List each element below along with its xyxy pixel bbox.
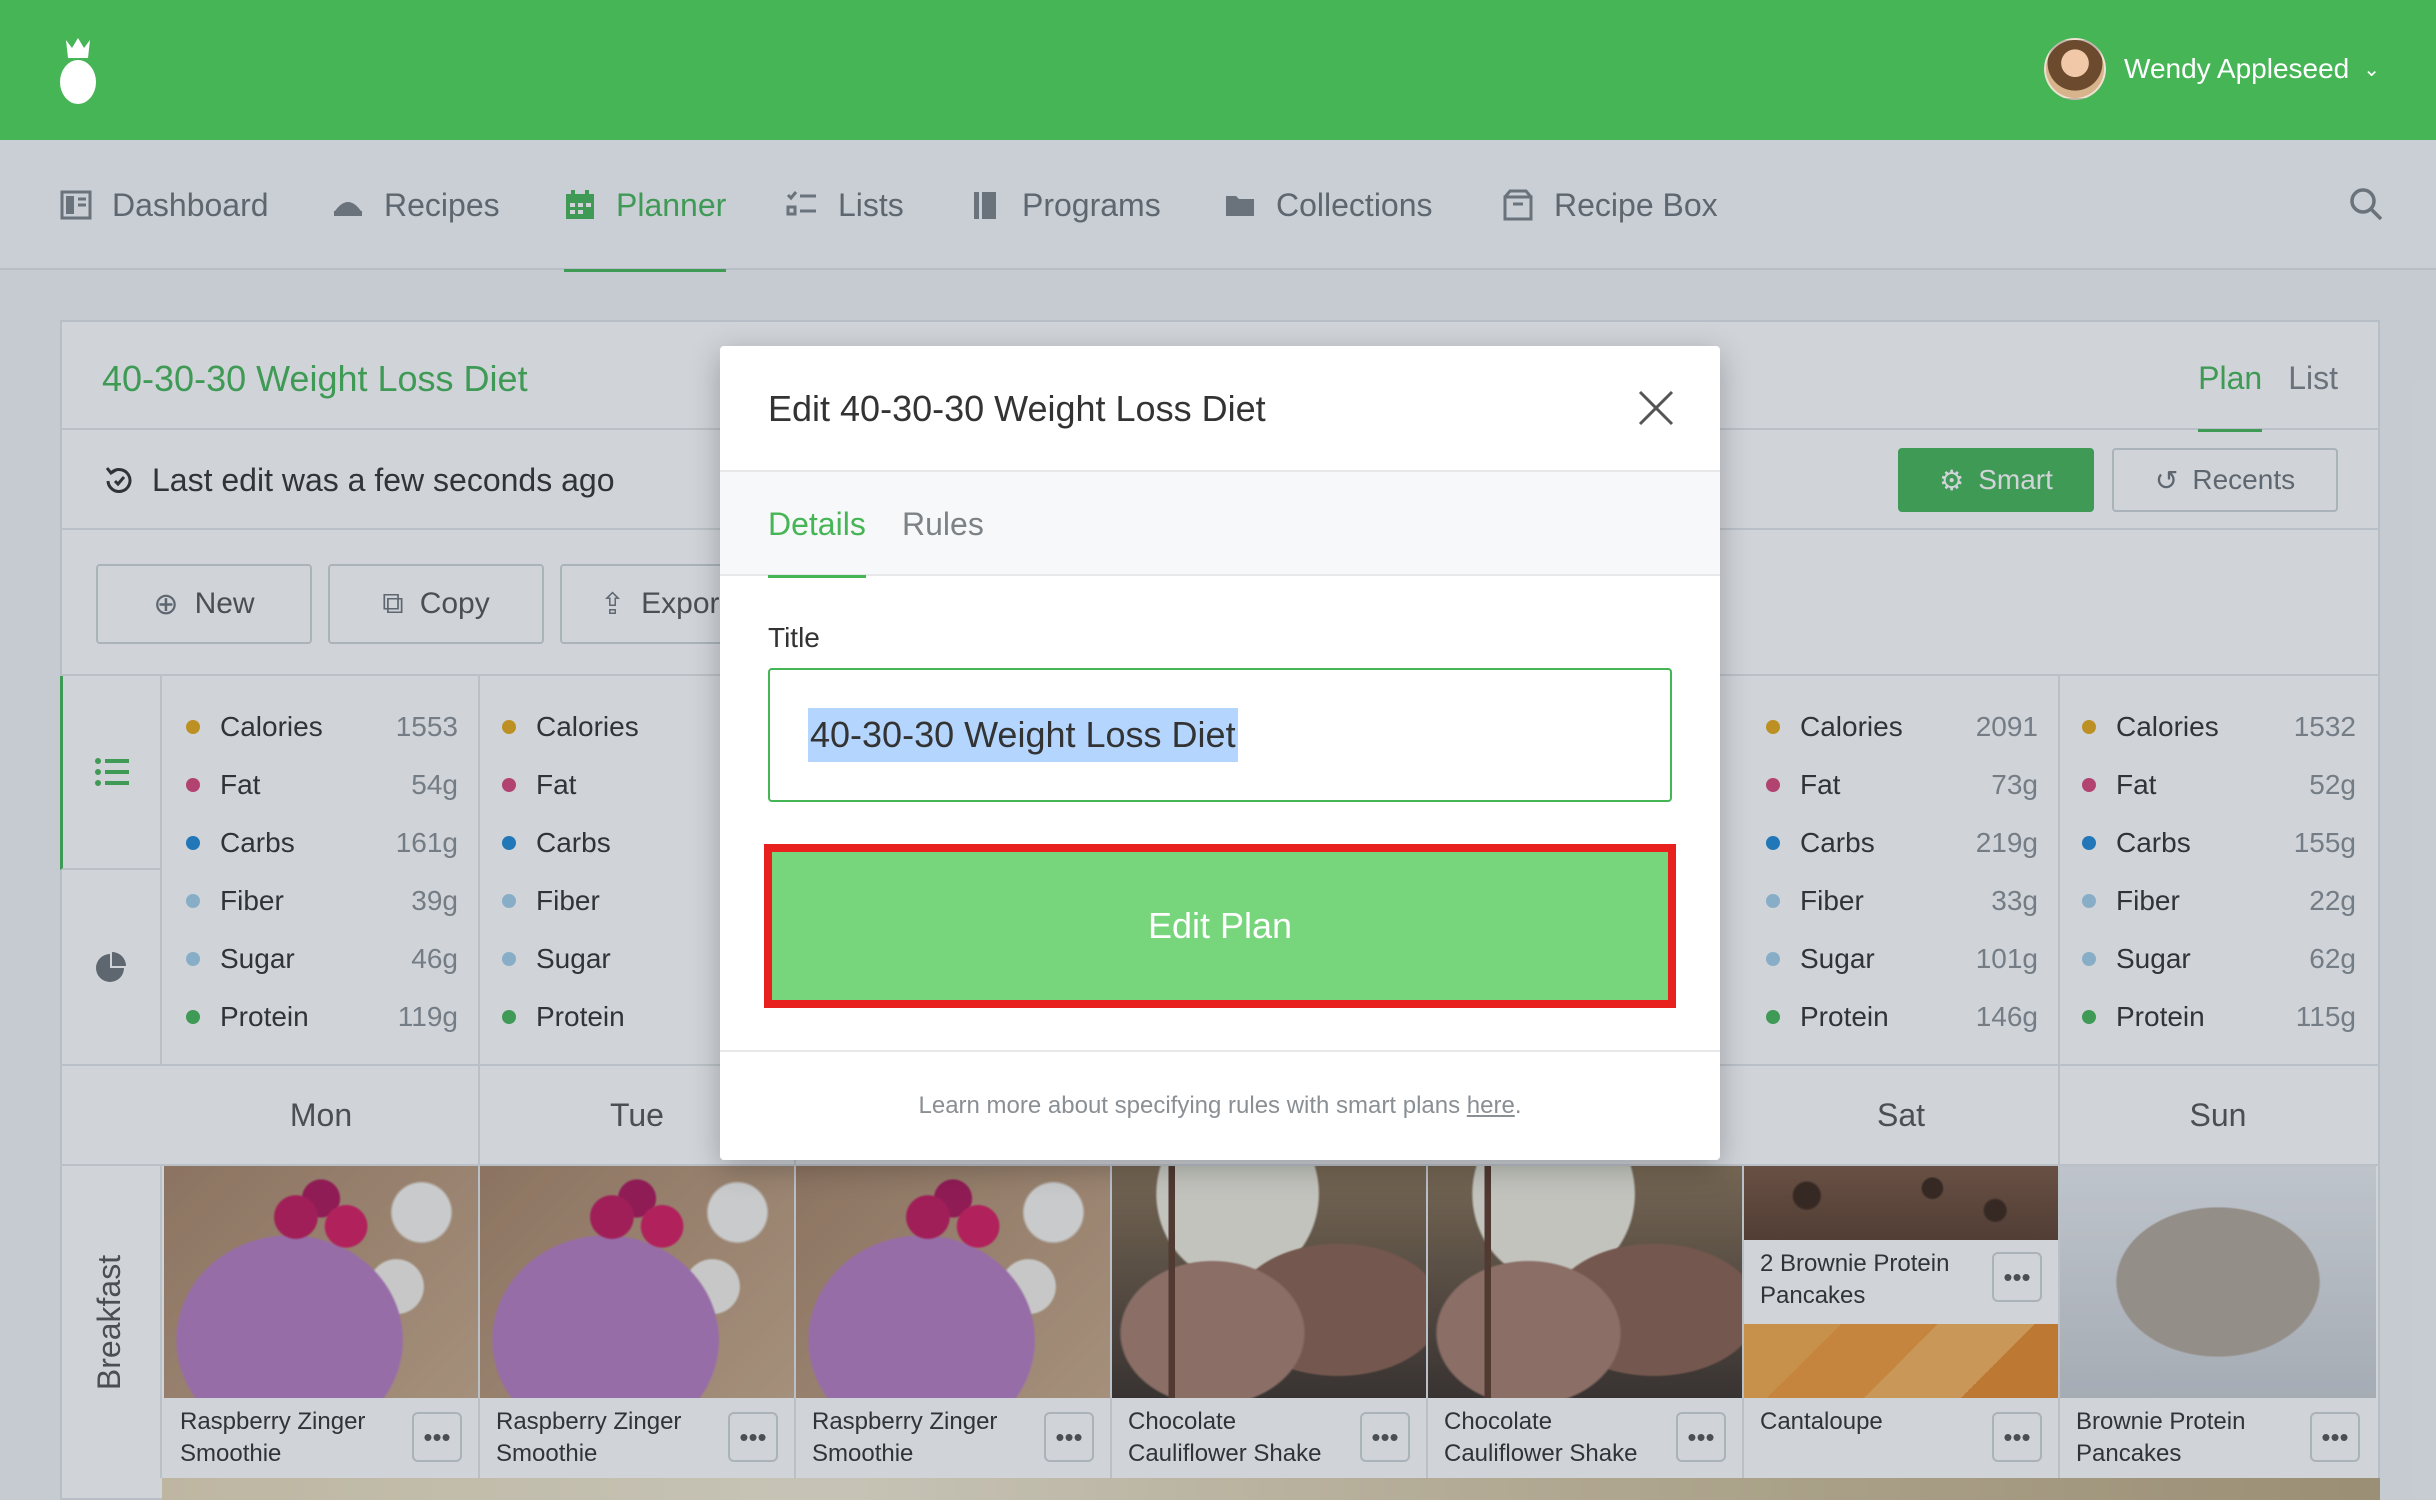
avatar [2044, 38, 2107, 100]
highlight-frame: Edit Plan [764, 844, 1676, 1008]
tab-rules[interactable]: Rules [902, 472, 984, 576]
modal-header: Edit 40-30-30 Weight Loss Diet [720, 346, 1720, 472]
modal-title: Edit 40-30-30 Weight Loss Diet [768, 388, 1266, 429]
tab-details[interactable]: Details [768, 472, 866, 578]
title-input[interactable] [768, 668, 1672, 802]
user-name: Wendy Appleseed [2124, 53, 2350, 84]
modal-tabs: Details Rules [720, 472, 1720, 578]
logo-icon[interactable] [58, 36, 98, 106]
edit-plan-button[interactable]: Edit Plan [772, 852, 1668, 1000]
edit-plan-modal: Edit 40-30-30 Weight Loss Diet Details R… [720, 346, 1720, 1160]
chevron-down-icon: ⌄ [2363, 58, 2380, 81]
footer-end: . [1514, 1092, 1522, 1119]
modal-footer: Learn more about specifying rules with s… [720, 1050, 1720, 1160]
title-field-label: Title [768, 622, 820, 653]
user-menu[interactable]: Wendy Appleseed ⌄ [2044, 38, 2380, 100]
footer-text: Learn more about specifying rules with s… [918, 1092, 1461, 1119]
top-bar: Wendy Appleseed ⌄ [0, 0, 2436, 140]
close-icon[interactable] [1636, 388, 1676, 428]
help-link[interactable]: here [1467, 1092, 1515, 1120]
